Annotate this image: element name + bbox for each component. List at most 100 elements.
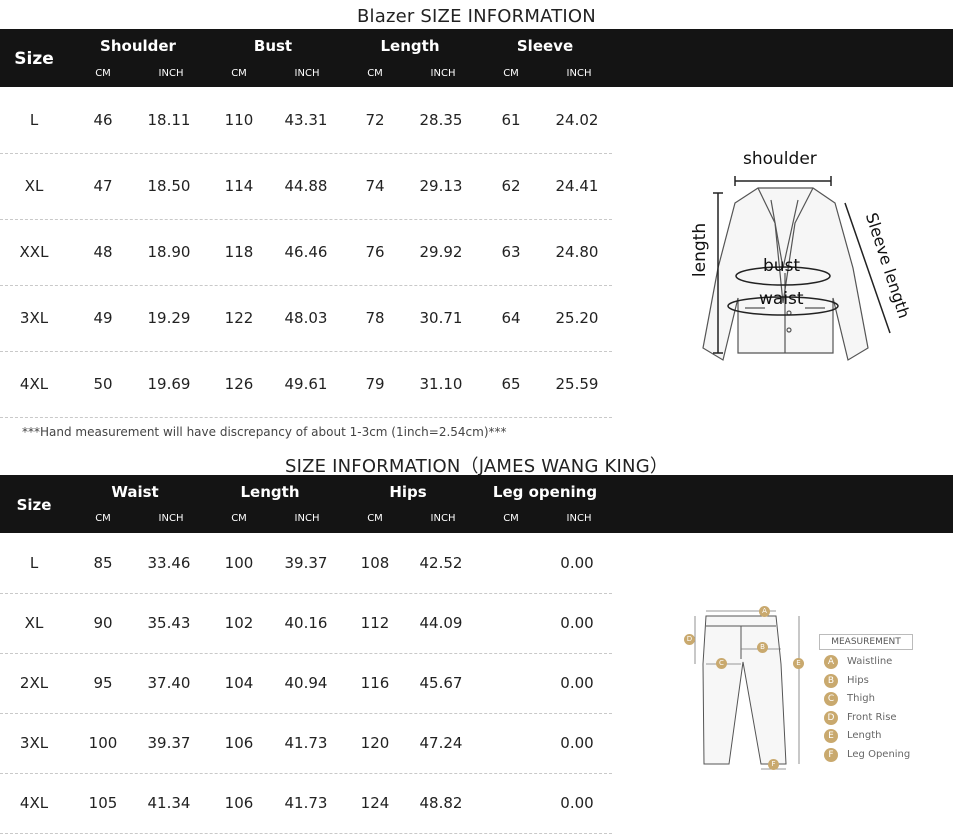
measurement-cell: 0.00 [560,794,594,812]
measurement-cell: 39.37 [284,554,328,572]
measurement-cell: 95 [93,674,113,692]
measurement-cell: 0.00 [560,554,594,572]
legend-f-icon: F [824,748,838,762]
measurement-cell: 25.59 [555,375,599,393]
marker-e-icon: E [793,658,804,669]
measurement-cell: 126 [224,375,254,393]
size-cell: XL [24,177,44,195]
measurement-cell: 25.20 [555,309,599,327]
measurement-cell: 18.90 [147,243,191,261]
measurement-cell: 37.40 [147,674,191,692]
measurement-cell: 41.73 [284,794,328,812]
measurement-cell: 78 [365,309,385,327]
measurement-heading: MEASUREMENT [819,634,913,650]
measurement-cell: 31.10 [419,375,463,393]
measurement-cell: 50 [93,375,113,393]
unit-label: INCH [430,513,456,524]
measurement-cell: 116 [360,674,390,692]
measurement-cell: 76 [365,243,385,261]
table-row: XXL 48 18.90 118 46.46 76 29.92 63 24.80 [0,220,612,286]
marker-d-icon: D [684,634,695,645]
table-row: 4XL 50 19.69 126 49.61 79 31.10 65 25.59 [0,352,612,418]
legend-a-icon: A [824,655,838,669]
measurement-cell: 85 [93,554,113,572]
measurement-cell: 61 [501,111,521,129]
marker-a-icon: A [759,606,770,617]
legend-c-icon: C [824,692,838,707]
unit-label: CM [95,68,111,79]
table-row: L 46 18.11 110 43.31 72 28.35 61 24.02 [0,88,612,154]
legend-label: Length [847,730,882,742]
measurement-cell: 74 [365,177,385,195]
measurement-cell: 118 [224,243,254,261]
blazer-measurement-diagram: shoulder length bust waist Sleeve length [683,148,914,368]
measurement-cell: 24.41 [555,177,599,195]
measurement-cell: 30.71 [419,309,463,327]
unit-label: INCH [158,68,184,79]
measurement-cell: 112 [360,614,390,632]
unit-label: CM [503,513,519,524]
measurement-cell: 48.82 [419,794,463,812]
measurement-cell: 19.69 [147,375,191,393]
legend-label: Leg Opening [847,749,911,760]
measurement-cell: 48 [93,243,113,261]
measurement-cell: 90 [93,614,113,632]
measurement-cell: 114 [224,177,254,195]
shoulder-label: shoulder [743,149,817,169]
measurement-cell: 18.50 [147,177,191,195]
measurement-cell: 24.02 [555,111,599,129]
bust-header: Bust [253,37,293,55]
unit-label: CM [231,68,247,79]
size-cell: 3XL [19,734,49,752]
measurement-cell: 49.61 [284,375,328,393]
measurement-cell: 120 [360,734,390,752]
measurement-cell: 18.11 [147,111,191,129]
measurement-cell: 124 [360,794,390,812]
legend-label: Front Rise [847,711,897,723]
table-row: L 85 33.46 100 39.37 108 42.52 0.00 [0,534,612,594]
unit-label: CM [503,68,519,79]
legend-label: Waistline [847,656,893,667]
unit-label: INCH [294,513,320,524]
measurement-cell: 39.37 [147,734,191,752]
unit-label: CM [231,513,247,524]
blazer-table-header: Size Shoulder Bust Length Sleeve CM INCH… [0,29,953,87]
measurement-cell: 110 [224,111,254,129]
marker-c-icon: C [716,658,727,669]
length-header: Length [380,37,440,55]
measurement-cell: 0.00 [560,614,594,632]
table-row: 3XL 49 19.29 122 48.03 78 30.71 64 25.20 [0,286,612,352]
measurement-cell: 0.00 [560,674,594,692]
bust-label: bust [763,256,801,276]
measurement-cell: 105 [88,794,118,812]
measurement-cell: 79 [365,375,385,393]
measurement-cell: 65 [501,375,521,393]
size-cell: XL [24,614,44,632]
unit-label: INCH [294,68,320,79]
measurement-cell: 44.09 [419,614,463,632]
blazer-title: Blazer SIZE INFORMATION [357,6,596,27]
measurement-cell: 29.92 [419,243,463,261]
measurement-cell: 40.16 [284,614,328,632]
measurement-cell: 72 [365,111,385,129]
measurement-cell: 0.00 [560,734,594,752]
size-cell: 2XL [19,674,49,692]
measurement-cell: 46.46 [284,243,328,261]
measurement-cell: 43.31 [284,111,328,129]
legend-e-icon: E [824,729,838,744]
size-cell: 4XL [19,375,49,393]
measurement-cell: 100 [88,734,118,752]
table-row: XL 90 35.43 102 40.16 112 44.09 0.00 [0,594,612,654]
measurement-cell: 33.46 [147,554,191,572]
size-cell: XXL [19,243,49,261]
size-cell: 4XL [19,794,49,812]
measurement-cell: 35.43 [147,614,191,632]
pants-illustration [694,610,800,770]
unit-label: INCH [566,68,592,79]
measurement-cell: 47 [93,177,113,195]
unit-label: INCH [566,513,592,524]
shoulder-header: Shoulder [100,37,176,55]
legend-label: Thigh [847,693,875,705]
size-cell: 3XL [19,309,49,327]
hips-header: Hips [389,483,427,501]
